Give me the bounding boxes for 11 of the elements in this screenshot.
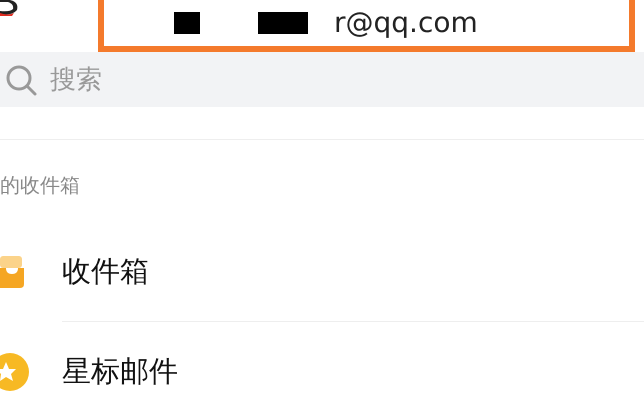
section-title: 的收件箱: [0, 172, 81, 199]
redaction-block: [174, 12, 200, 34]
folder-item[interactable]: 收件箱: [0, 222, 644, 322]
folder-item[interactable]: 星标邮件: [0, 322, 644, 400]
search-field[interactable]: 搜索: [48, 64, 352, 96]
email-address: r@qq.com: [334, 8, 478, 38]
search-bar[interactable]: 搜索: [0, 52, 644, 107]
search-icon: [4, 62, 38, 96]
star-icon: [0, 352, 30, 392]
redaction-block: [258, 12, 308, 34]
tray-icon: [0, 254, 26, 290]
